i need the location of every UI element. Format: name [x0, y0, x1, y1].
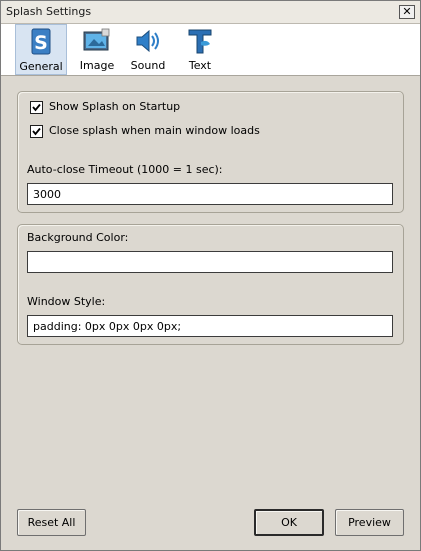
show-splash-label: Show Splash on Startup: [49, 100, 181, 113]
tab-sound[interactable]: Sound: [122, 24, 174, 75]
reset-all-button[interactable]: Reset All: [17, 509, 86, 536]
window-title: Splash Settings: [6, 5, 92, 18]
window-style-label: Window Style:: [27, 295, 106, 308]
tab-image-label: Image: [79, 59, 115, 72]
close-splash-checkbox[interactable]: [30, 125, 43, 138]
tab-text[interactable]: Text: [174, 24, 226, 75]
startup-group: Show Splash on Startup Close splash when…: [17, 91, 404, 213]
checkmark-icon: [32, 103, 41, 112]
checkmark-icon: [32, 127, 41, 136]
close-splash-label: Close splash when main window loads: [49, 124, 260, 137]
ok-button[interactable]: OK: [254, 509, 324, 536]
settings-toolbar: S General Image Sound Text: [1, 24, 420, 76]
background-color-input[interactable]: [27, 251, 393, 273]
close-button[interactable]: ✕: [399, 5, 415, 19]
tab-general[interactable]: S General: [15, 24, 67, 75]
timeout-label: Auto-close Timeout (1000 = 1 sec):: [27, 163, 223, 176]
title-bar[interactable]: Splash Settings ✕: [1, 1, 420, 24]
appearance-group: Background Color: Window Style: padding:…: [17, 224, 404, 345]
splash-s-icon: S: [31, 28, 51, 55]
splash-settings-dialog: Splash Settings ✕ S General Image Sound …: [0, 0, 421, 551]
show-splash-checkbox[interactable]: [30, 101, 43, 114]
speaker-icon: [136, 29, 159, 53]
tab-text-label: Text: [188, 59, 212, 72]
preview-button[interactable]: Preview: [335, 509, 404, 536]
image-icon: [83, 28, 110, 51]
window-style-input[interactable]: padding: 0px 0px 0px 0px;: [27, 315, 393, 337]
tab-image[interactable]: Image: [71, 24, 123, 75]
close-icon: ✕: [402, 5, 412, 18]
tab-general-label: General: [19, 60, 63, 73]
background-color-label: Background Color:: [27, 231, 129, 244]
tab-sound-label: Sound: [130, 59, 166, 72]
text-t-icon: [188, 29, 212, 54]
timeout-input[interactable]: 3000: [27, 183, 393, 205]
svg-text:S: S: [34, 32, 48, 54]
